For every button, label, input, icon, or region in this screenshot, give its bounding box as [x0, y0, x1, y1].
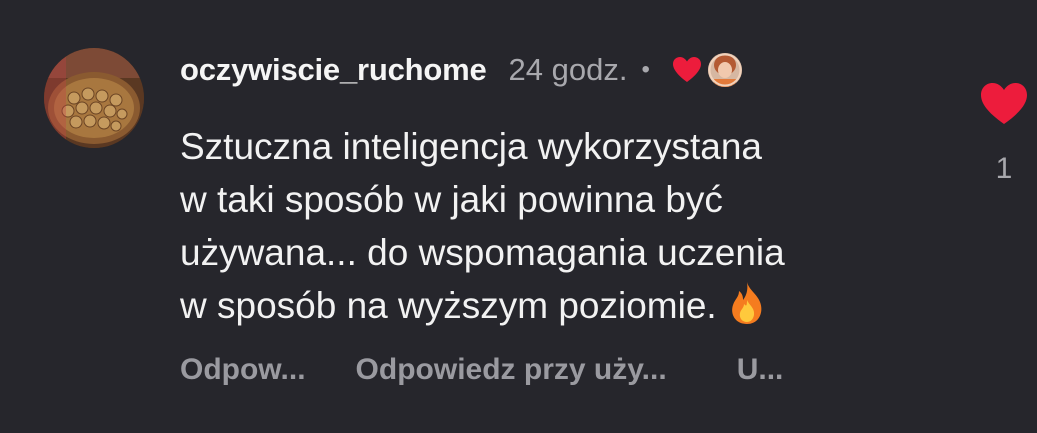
comment-line: w sposób na wyższym poziomie. [180, 285, 717, 326]
reply-button[interactable]: Odpow... [180, 353, 306, 387]
comment-line-last: w sposób na wyższym poziomie. [180, 279, 940, 332]
author-avatar-icon [707, 53, 742, 87]
walnuts-basket-photo [44, 48, 144, 148]
reply-with-ai-button[interactable]: Odpowiedz przy uży... [356, 353, 667, 387]
comment-line: Sztuczna inteligencja wykorzystana [180, 126, 763, 167]
more-actions-button[interactable]: U... [737, 353, 784, 387]
separator-dot: • [641, 56, 650, 83]
comment-line: używana... do wspomagania uczenia [180, 232, 785, 273]
comment-header: oczywiscie_ruchome 24 godz. • [180, 50, 742, 90]
like-heart-icon[interactable] [978, 82, 1030, 126]
fire-icon [727, 280, 767, 326]
like-column: 1 [978, 82, 1030, 186]
comment-actions: Odpow... Odpowiedz przy uży... U... [180, 353, 783, 387]
comment-line: w taki sposób w jaki powinna być [180, 179, 723, 220]
user-avatar[interactable] [44, 48, 144, 148]
timestamp: 24 godz. [508, 52, 628, 87]
username[interactable]: oczywiscie_ruchome [180, 52, 487, 88]
like-count[interactable]: 1 [978, 152, 1030, 186]
comment: oczywiscie_ruchome 24 godz. • Sztuczna i… [0, 0, 1037, 433]
comment-text: Sztuczna inteligencja wykorzystana w tak… [180, 120, 940, 332]
author-liked-heart-icon [672, 56, 702, 84]
